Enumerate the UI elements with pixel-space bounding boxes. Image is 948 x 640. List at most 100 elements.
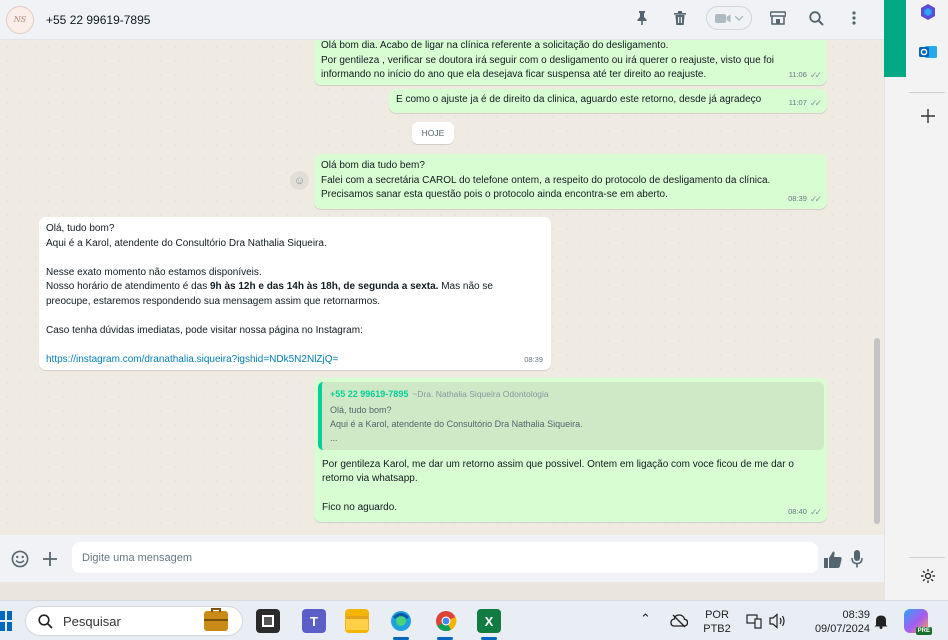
edge-icon[interactable]	[389, 609, 413, 633]
time-label: 11:06	[788, 69, 807, 79]
quote-text: ...	[330, 432, 338, 443]
contact-avatar[interactable]: NS	[6, 5, 34, 34]
message-time: 11:07 ✓✓	[788, 96, 822, 111]
trash-icon[interactable]	[668, 6, 692, 30]
header-icons	[630, 6, 866, 30]
clock[interactable]: 08:39 09/07/2024	[800, 608, 870, 636]
chevron-down-icon	[735, 15, 743, 21]
message-time: 08:39 ✓✓	[788, 192, 822, 207]
composer-bar	[0, 535, 884, 582]
double-check-icon: ✓✓	[809, 97, 822, 108]
message-input[interactable]	[72, 542, 818, 573]
message-outgoing[interactable]: Olá bom dia tudo bem? Falei com a secret…	[314, 154, 827, 209]
message-text: Precisamos sanar esta questão pois o pro…	[321, 189, 668, 200]
message-text: E como o ajuste ja é de direito da clini…	[396, 94, 762, 105]
double-check-icon: ✓✓	[809, 193, 822, 204]
divider	[909, 557, 945, 558]
volume-icon[interactable]	[769, 613, 787, 632]
message-text: Caso tenha dúvidas imediatas, pode visit…	[46, 324, 363, 336]
clock-time: 08:39	[842, 609, 870, 621]
time-label: 11:07	[788, 97, 807, 107]
preview-badge: PRE	[915, 627, 932, 635]
store-icon[interactable]	[766, 6, 790, 30]
message-outgoing[interactable]: +55 22 99619-7895 ~Dra. Nathalia Siqueira…	[314, 378, 827, 522]
keyboard-layout: PTB2	[703, 623, 731, 635]
video-call-icon	[715, 13, 731, 23]
add-icon[interactable]	[918, 106, 938, 126]
quote-text: Olá, tudo bom?	[330, 404, 392, 415]
message-text: Por gentileza , verificar se doutora irá…	[321, 54, 775, 66]
time-label: 08:39	[524, 354, 543, 364]
search-icon	[38, 613, 53, 629]
chat-header: NS +55 22 99619-7895	[0, 0, 884, 40]
message-text: Fico no aguardo.	[322, 502, 398, 513]
message-text: informando no início do ano que ela dese…	[321, 69, 707, 80]
pin-icon[interactable]	[630, 6, 654, 30]
outlook-icon[interactable]	[918, 42, 938, 62]
excel-icon[interactable]: X	[477, 609, 501, 633]
task-view-glyph	[262, 615, 274, 627]
folder-glyph	[346, 616, 368, 630]
chat-body[interactable]: Olá bom dia. Acabo de ligar na clínica r…	[0, 40, 884, 535]
cloud-offline-icon[interactable]	[670, 614, 689, 631]
message-text: Olá, tudo bom?	[46, 223, 115, 234]
network-icon[interactable]	[746, 613, 762, 632]
search-icon[interactable]	[804, 6, 828, 30]
date-divider: HOJE	[412, 122, 454, 144]
start-icon[interactable]	[0, 611, 12, 631]
divider	[909, 92, 945, 93]
video-call-button[interactable]	[706, 6, 752, 30]
message-outgoing[interactable]: E como o ajuste ja é de direito da clini…	[389, 89, 827, 113]
text-bold: 9h às 12h e das 14h às 18h, de segunda a…	[210, 281, 439, 292]
message-text: Olá bom dia tudo bem?	[321, 160, 425, 171]
text-segment: Mas não se	[438, 281, 493, 292]
briefcase-icon	[204, 608, 228, 631]
quoted-message[interactable]: +55 22 99619-7895 ~Dra. Nathalia Siqueira…	[318, 382, 824, 450]
thumbs-up-icon[interactable]	[823, 549, 843, 569]
message-text: Por gentileza Karol, me dar um retorno a…	[322, 458, 794, 470]
message-text: Nesse exato momento não estamos disponív…	[46, 266, 262, 278]
emoji-icon[interactable]	[10, 549, 30, 569]
briefcase-handle	[211, 608, 221, 612]
whatsapp-window: NS +55 22 99619-7895 Olá bom dia. Acabo …	[0, 0, 884, 582]
copilot-taskbar-icon[interactable]: PRE	[904, 609, 932, 635]
instagram-link[interactable]: https://instagram.com/dranathalia.siquei…	[46, 353, 543, 368]
time-label: 08:39	[788, 193, 807, 203]
message-text: preocupe, estaremos respondendo sua mens…	[46, 295, 381, 307]
clock-date: 09/07/2024	[814, 623, 870, 635]
quote-group-name: ~Dra. Nathalia Siqueira Odontologia	[412, 389, 549, 399]
task-view-icon[interactable]	[256, 609, 280, 633]
search-placeholder: Pesquisar	[63, 613, 121, 629]
settings-gear-icon[interactable]	[918, 566, 938, 586]
message-time: 11:06 ✓✓	[788, 68, 822, 83]
message-incoming[interactable]: Olá, tudo bom? Aqui é a Karol, atendente…	[39, 217, 551, 370]
file-explorer-icon[interactable]	[345, 609, 369, 633]
emoji-reaction-icon[interactable]: ☺	[290, 171, 309, 190]
contact-name[interactable]: +55 22 99619-7895	[46, 13, 150, 27]
menu-icon[interactable]	[842, 6, 866, 30]
reply-body: Por gentileza Karol, me dar um retorno a…	[318, 458, 823, 516]
windows-taskbar: Pesquisar T X ⌃ POR PTB2 08:39 09/07/202…	[0, 600, 948, 640]
notification-bell-icon[interactable]	[874, 614, 888, 632]
chrome-icon[interactable]	[434, 609, 458, 633]
input-language[interactable]: POR PTB2	[701, 608, 733, 636]
chat-scrollbar[interactable]	[874, 338, 880, 524]
side-panel	[884, 0, 948, 600]
attach-plus-icon[interactable]	[40, 549, 60, 569]
briefcase-band	[204, 619, 228, 621]
teams-icon[interactable]: T	[302, 609, 326, 633]
time-label: 08:40	[788, 506, 807, 516]
lang-code: POR	[705, 609, 729, 621]
quote-text: Aqui é a Karol, atendente do Consultório…	[330, 418, 583, 429]
double-check-icon: ✓✓	[809, 69, 822, 80]
message-time: 08:39	[524, 353, 543, 368]
quote-author: +55 22 99619-7895	[330, 389, 409, 399]
copilot-icon[interactable]	[918, 2, 938, 22]
microphone-icon[interactable]	[847, 549, 867, 569]
taskbar-search[interactable]: Pesquisar	[25, 606, 243, 636]
chevron-up-icon[interactable]: ⌃	[640, 612, 651, 626]
message-outgoing[interactable]: Olá bom dia. Acabo de ligar na clínica r…	[314, 40, 827, 85]
